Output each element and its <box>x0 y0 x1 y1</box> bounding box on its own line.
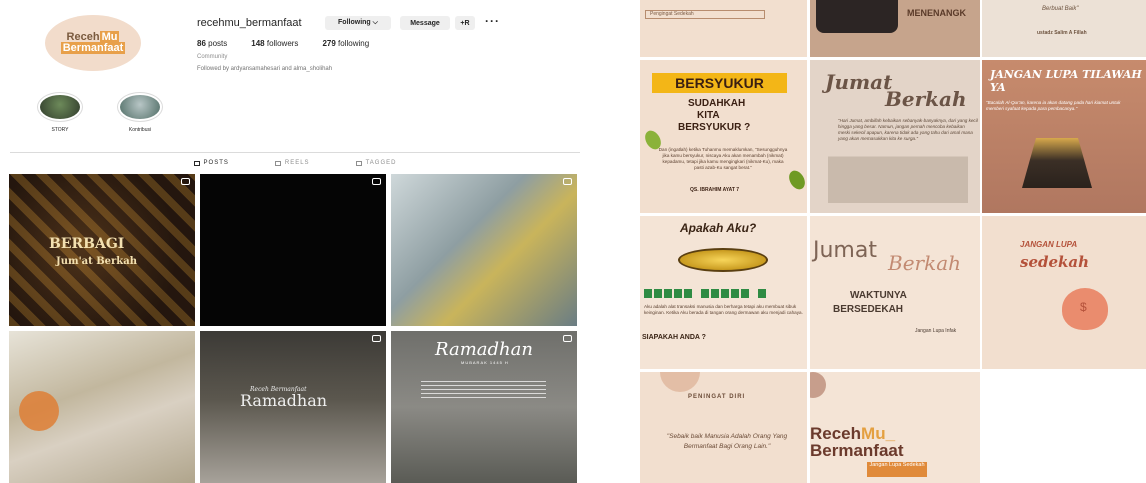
tab-posts[interactable]: POSTS <box>193 160 229 166</box>
reels-icon <box>274 160 281 166</box>
feed-grid: Pengingat Sedekah MENENANGK Berbuat Baik… <box>640 0 1146 483</box>
tile-body: "Hari Jumat, ambillah kebaikan sebanyak-… <box>838 118 978 141</box>
tile-badge: Jangan Lupa Sedekah <box>867 462 927 477</box>
feed-tile[interactable]: JANGAN LUPA TILAWAH YA "Bacalah Al-Qur'a… <box>982 60 1146 213</box>
tile-body: "Bacalah Al-Qur'an, karena ia akan datan… <box>986 100 1121 111</box>
tabs-divider <box>10 152 580 153</box>
tile-author: ustadz Salim A Fillah <box>1037 30 1087 36</box>
feed-tile[interactable]: RecehMu_ Bermanfaat Jangan Lupa Sedekah <box>810 372 980 483</box>
post-thumbnail[interactable]: BERBAGI Jum'at Berkah <box>9 174 195 326</box>
tile-title: sedekah <box>1020 253 1090 271</box>
message-button[interactable]: Message <box>400 16 450 30</box>
feed-tile[interactable]: PENINGAT DIRI "Sebaik baik Manusia Adala… <box>640 372 807 483</box>
reel-icon <box>372 178 381 185</box>
mosque-illustration <box>828 145 968 203</box>
coins-illustration <box>678 248 768 272</box>
profile-stats: 86 posts 148 followers 279 following <box>197 39 369 48</box>
blob-decoration <box>660 372 700 392</box>
feed-tile[interactable]: BERSYUKUR SUDAHKAH KITA BERSYUKUR ? Dan … <box>640 60 807 213</box>
post-thumbnail[interactable]: Receh Bermanfaat Ramadhan <box>200 331 386 483</box>
feed-tile[interactable]: JANGAN LUPA sedekah <box>982 216 1146 369</box>
post-title: Ramadhan <box>240 391 328 410</box>
post-thumbnail[interactable]: Ramadhan MUBARAK 1445 H <box>391 331 577 483</box>
highlight-label: STORY <box>51 127 69 133</box>
post-title: Ramadhan <box>435 339 533 360</box>
tile-title: MENENANGK <box>907 8 967 18</box>
tile-heading: SUDAHKAH <box>688 98 746 109</box>
tile-title: JANGAN LUPA TILAWAH YA <box>990 68 1142 94</box>
post-text-lines <box>421 381 546 401</box>
highlight-kontribusi[interactable]: Kontribusi <box>115 92 165 133</box>
reel-icon <box>563 178 572 185</box>
post-thumbnail[interactable] <box>9 331 195 483</box>
leaf-decoration <box>785 167 807 193</box>
feed-tile[interactable]: Jumat Berkah "Hari Jumat, ambillah kebai… <box>810 60 980 213</box>
feed-tile[interactable]: Pengingat Sedekah <box>640 0 807 57</box>
reel-icon <box>372 335 381 342</box>
feed-tile[interactable]: Apakah Aku? Aku adalah alat transaksi ma… <box>640 216 807 369</box>
post-thumbnail[interactable] <box>200 174 386 326</box>
post-title: BERBAGI <box>49 236 125 252</box>
tile-title: PENINGAT DIRI <box>688 394 746 400</box>
grid-icon <box>193 160 200 166</box>
more-options-button[interactable]: ··· <box>485 14 500 28</box>
letter-boxes <box>644 289 766 298</box>
add-user-button[interactable]: +R <box>455 16 475 30</box>
tile-title: Apakah Aku? <box>680 221 757 235</box>
tile-title: Berkah <box>885 87 967 111</box>
profile-panel: Receh Mu Bermanfaat recehmu_bermanfaat Fo… <box>0 0 590 483</box>
tile-heading: WAKTUNYA <box>850 290 907 301</box>
feed-tile[interactable]: Jumat Berkah WAKTUNYA BERSEDEKAH Jangan … <box>810 216 980 369</box>
tile-image <box>816 0 898 33</box>
tab-reels[interactable]: REELS <box>274 160 310 166</box>
following-stat[interactable]: 279 following <box>322 39 369 48</box>
avatar-text-bermanfaat: Bermanfaat <box>60 42 126 54</box>
posts-grid: BERBAGI Jum'at Berkah Receh Bermanfaat R… <box>9 174 577 483</box>
tile-body: Aku adalah alat transaksi manusia dan be… <box>644 304 803 315</box>
tile-heading: BERSEDEKAH <box>833 304 904 315</box>
reel-icon <box>563 335 572 342</box>
tile-heading: KITA <box>697 110 720 121</box>
post-subtitle: Jum'at Berkah <box>56 256 137 267</box>
tile-quote: Berbuat Baik" <box>1042 6 1079 12</box>
profile-username: recehmu_bermanfaat <box>197 17 302 29</box>
quran-stand-illustration <box>1022 138 1092 188</box>
profile-tabs: POSTS REELS TAGGED <box>0 160 590 166</box>
followers-stat[interactable]: 148 followers <box>251 39 298 48</box>
tile-title: Jumat <box>813 238 877 263</box>
highlight-label: Kontribusi <box>128 127 152 133</box>
tile-title: Berkah <box>888 251 962 275</box>
tab-tagged[interactable]: TAGGED <box>355 160 397 166</box>
tile-body: Dan (ingatlah) ketika Tuhanmu memaklumka… <box>658 147 788 170</box>
tile-quote: "Sebaik baik Manusia Adalah Orang Yang B… <box>666 433 788 450</box>
blob-decoration <box>810 372 826 398</box>
money-bag-icon <box>1062 288 1108 330</box>
highlight-story[interactable]: STORY <box>35 92 85 133</box>
tile-question: SIAPAKAH ANDA ? <box>642 334 706 341</box>
post-subtitle: MUBARAK 1445 H <box>461 360 509 365</box>
highlight-thumbnail <box>120 95 160 119</box>
tile-title: JANGAN LUPA <box>1020 240 1078 249</box>
feed-tile[interactable]: MENENANGK <box>810 0 980 57</box>
tagged-icon <box>355 160 362 166</box>
tile-label: Pengingat Sedekah <box>645 10 765 19</box>
highlight-thumbnail <box>40 95 80 119</box>
posts-stat: 86 posts <box>197 39 228 48</box>
profile-category: Community <box>197 54 228 60</box>
profile-avatar[interactable]: Receh Mu Bermanfaat <box>45 15 141 71</box>
feed-tile[interactable]: Berbuat Baik" ustadz Salim A Fillah <box>982 0 1146 57</box>
tile-banner: BERSYUKUR <box>652 73 787 93</box>
tile-author: QS. IBRAHIM AYAT 7 <box>690 187 740 193</box>
following-button[interactable]: Following ⌵ <box>325 16 391 30</box>
tile-footer: Jangan Lupa Infak <box>915 328 957 334</box>
tile-title: Bermanfaat <box>810 441 904 460</box>
followed-by-text[interactable]: Followed by ardyansamahesari and alma_sh… <box>197 66 332 72</box>
reel-icon <box>181 178 190 185</box>
tile-heading: BERSYUKUR ? <box>678 122 751 133</box>
post-thumbnail[interactable] <box>391 174 577 326</box>
tile-title: Jumat <box>825 70 893 94</box>
